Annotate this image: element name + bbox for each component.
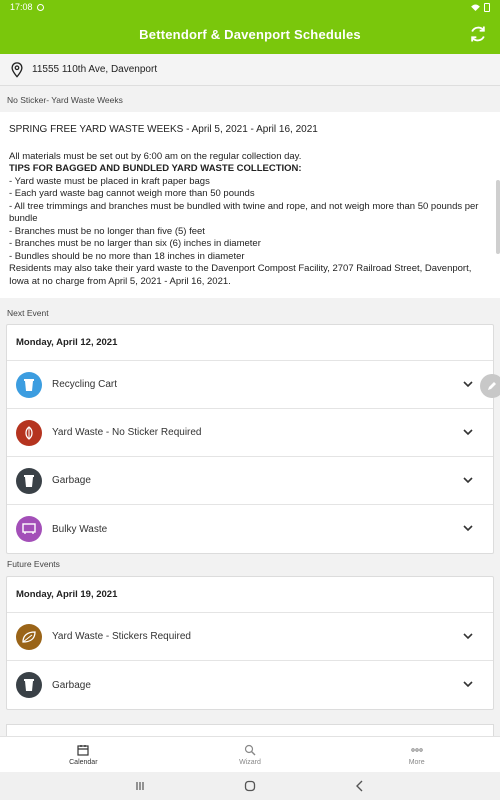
chevron-down-icon[interactable]	[463, 476, 473, 484]
future-event-card: Monday, April 19, 2021 Yard Waste - Stic…	[6, 576, 494, 710]
calendar-icon	[77, 744, 89, 756]
notice-headline: SPRING FREE YARD WASTE WEEKS - April 5, …	[9, 124, 318, 135]
next-event-card: Monday, April 12, 2021 Recycling Cart Ya…	[6, 324, 494, 554]
nav-wizard[interactable]: Wizard	[167, 737, 334, 772]
notice-panel: SPRING FREE YARD WASTE WEEKS - April 5, …	[0, 112, 500, 298]
address-bar[interactable]: 11555 110th Ave, Davenport	[0, 54, 500, 86]
event-label: Garbage	[52, 475, 91, 486]
recycling-cart-icon	[16, 371, 42, 398]
event-label: Garbage	[52, 679, 91, 691]
notice-footer: Residents may also take their yard waste…	[9, 263, 472, 287]
nav-more[interactable]: More	[333, 737, 500, 772]
back-button[interactable]	[350, 776, 370, 796]
next-event-label: Next Event	[7, 308, 49, 318]
notice-tip: - Yard waste must be placed in kraft pap…	[9, 175, 210, 187]
event-label: Bulky Waste	[52, 523, 108, 535]
chevron-down-icon[interactable]	[463, 524, 473, 532]
nav-more-label: More	[408, 758, 425, 766]
scrollbar[interactable]	[496, 180, 500, 254]
leaf-icon	[16, 419, 42, 446]
leaf-icon	[16, 623, 42, 650]
recents-icon	[136, 782, 144, 790]
event-row-garbage[interactable]: Garbage	[7, 661, 493, 709]
event-label: Yard Waste - Stickers Required	[52, 631, 191, 642]
notice-intro: All materials must be set out by 6:00 am…	[9, 150, 302, 162]
back-icon	[356, 780, 363, 792]
event-date: Monday, April 12, 2021	[7, 325, 493, 361]
chevron-down-icon[interactable]	[463, 632, 473, 640]
app-bar: Bettendorf & Davenport Schedules	[0, 14, 500, 54]
notice-tip: - All tree trimmings and branches must b…	[9, 200, 479, 225]
pencil-icon	[488, 382, 496, 390]
status-time: 17:08	[10, 2, 33, 12]
more-icon	[410, 747, 423, 752]
notice-tips-title: TIPS FOR BAGGED AND BUNDLED YARD WASTE C…	[9, 163, 302, 174]
notice-tip: - Branches must be no larger than six (6…	[9, 238, 261, 249]
bulky-waste-icon	[16, 516, 42, 542]
recents-button[interactable]	[130, 776, 150, 796]
app-title: Bettendorf & Davenport Schedules	[139, 26, 361, 42]
future-events-label: Future Events	[7, 559, 60, 569]
status-bar: 17:08	[0, 0, 500, 14]
event-row-bulky-waste[interactable]: Bulky Waste	[7, 505, 493, 553]
notice-tip: - Each yard waste bag cannot weigh more …	[9, 188, 255, 199]
chevron-down-icon[interactable]	[463, 680, 473, 688]
chevron-down-icon[interactable]	[463, 428, 473, 436]
nav-calendar-label: Calendar	[69, 758, 98, 766]
event-row-garbage[interactable]: Garbage	[7, 457, 493, 505]
garbage-cart-icon	[16, 467, 42, 494]
notice-section-label: No Sticker- Yard Waste Weeks	[7, 95, 123, 105]
notice-tip: - Bundles should be no more than 18 inch…	[9, 250, 245, 262]
bottom-nav: Calendar Wizard More	[0, 736, 500, 772]
location-pin-icon	[11, 61, 23, 78]
wifi-icon	[471, 3, 480, 11]
nav-wizard-label: Wizard	[239, 758, 261, 766]
nav-calendar[interactable]: Calendar	[0, 737, 167, 772]
edit-button[interactable]	[480, 374, 500, 398]
system-nav-bar	[0, 772, 500, 800]
notice-tip: - Branches must be no longer than five (…	[9, 225, 205, 237]
refresh-icon[interactable]	[468, 24, 488, 44]
chevron-down-icon[interactable]	[463, 380, 473, 388]
notification-icon	[36, 3, 44, 11]
search-icon	[244, 744, 256, 755]
event-label: Recycling Cart	[52, 379, 118, 390]
event-row-yard-waste-stickers[interactable]: Yard Waste - Stickers Required	[7, 613, 493, 661]
address-text: 11555 110th Ave, Davenport	[32, 64, 158, 75]
home-button[interactable]	[240, 776, 260, 796]
garbage-cart-icon	[16, 672, 42, 698]
event-date: Monday, April 19, 2021	[7, 577, 493, 613]
home-icon	[244, 780, 256, 792]
event-row-yard-waste[interactable]: Yard Waste - No Sticker Required	[7, 409, 493, 457]
event-row-recycling[interactable]: Recycling Cart	[7, 361, 493, 409]
battery-icon	[484, 2, 490, 12]
event-label: Yard Waste - No Sticker Required	[52, 427, 202, 438]
